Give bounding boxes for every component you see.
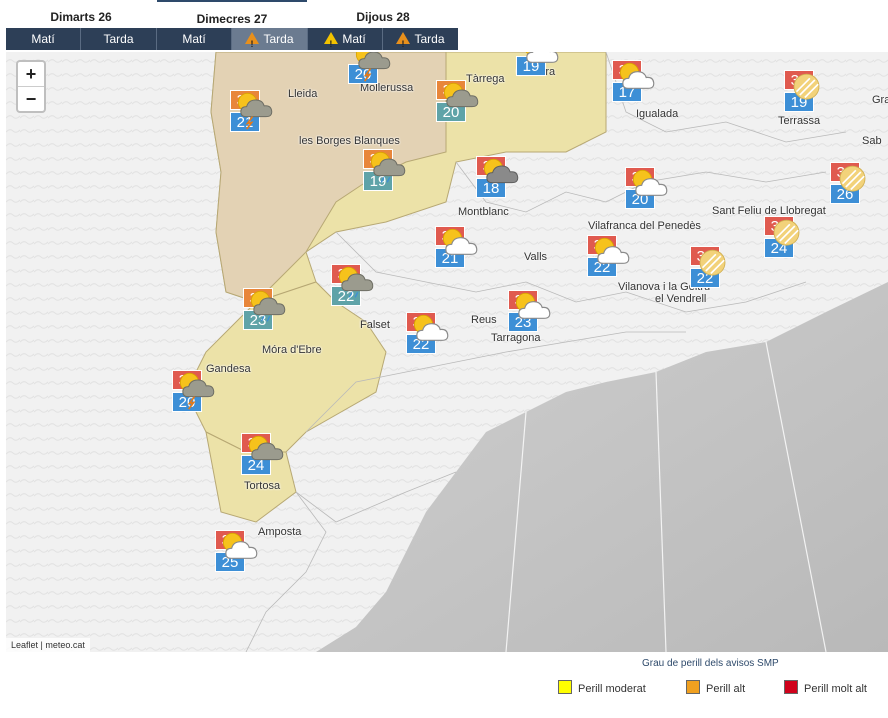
city-label: Falset bbox=[360, 319, 390, 331]
period-label: Matí bbox=[182, 32, 206, 46]
legend-item-very-high: Perill molt alt bbox=[784, 680, 867, 695]
city-label: Móra d'Ebre bbox=[262, 344, 322, 356]
legend-item-moderate: Perill moderat bbox=[558, 680, 646, 695]
thunderstorm-icon bbox=[355, 52, 391, 82]
map-attribution[interactable]: Leaflet | meteo.cat bbox=[6, 638, 90, 652]
partly-cloudy-icon bbox=[594, 237, 630, 264]
day-tab-dimarts[interactable]: Dimarts 26 bbox=[6, 0, 156, 28]
map-background bbox=[6, 52, 888, 652]
city-label: el Vendrell bbox=[655, 293, 707, 305]
city-label: Tarragona bbox=[491, 332, 541, 344]
partly-cloudy-icon bbox=[413, 314, 449, 341]
cloudy-icon bbox=[483, 158, 519, 184]
haze-icon bbox=[793, 73, 820, 100]
warning-orange-icon bbox=[245, 32, 260, 55]
city-label: Sab bbox=[862, 135, 882, 147]
map[interactable]: + − Lleida Mollerussa Tàrrega Cervera Ig… bbox=[6, 52, 888, 652]
period-tab-dimecres-mati[interactable]: Matí bbox=[157, 28, 232, 50]
partly-cloudy-icon bbox=[442, 228, 478, 255]
warning-legend: Grau de perill dels avisos SMP Perill mo… bbox=[6, 652, 888, 718]
haze-icon bbox=[839, 165, 866, 192]
partly-cloudy-dark-icon bbox=[443, 82, 479, 108]
partly-cloudy-icon bbox=[619, 62, 655, 89]
rain-cloud-icon bbox=[250, 290, 286, 322]
city-label: Igualada bbox=[636, 108, 679, 120]
day-tab-dijous[interactable]: Dijous 28 bbox=[308, 0, 458, 28]
zoom-in-button[interactable]: + bbox=[18, 62, 44, 87]
period-label: Tarda bbox=[103, 32, 134, 46]
haze-icon bbox=[773, 219, 800, 246]
warning-yellow-icon bbox=[324, 32, 339, 55]
legend-label: Perill molt alt bbox=[804, 683, 867, 695]
zoom-control: + − bbox=[16, 60, 46, 113]
city-label: Reus bbox=[471, 314, 497, 326]
rain-cloud-icon bbox=[338, 266, 374, 298]
period-label: Tarda bbox=[263, 32, 294, 46]
thunderstorm-icon bbox=[237, 92, 273, 130]
partly-cloudy-icon bbox=[525, 52, 559, 63]
zoom-out-button[interactable]: − bbox=[18, 87, 44, 111]
haze-icon bbox=[699, 249, 726, 276]
city-label: Terrassa bbox=[778, 115, 821, 127]
partly-cloudy-icon bbox=[632, 169, 668, 196]
warning-orange-icon bbox=[396, 32, 411, 55]
partly-cloudy-icon bbox=[515, 292, 551, 319]
period-label: Matí bbox=[342, 32, 366, 46]
city-label: Gra bbox=[872, 94, 888, 106]
legend-label: Perill moderat bbox=[578, 683, 646, 695]
partly-cloudy-icon bbox=[222, 532, 258, 559]
period-tabs: Matí Tarda Matí Tarda Matí Tarda bbox=[6, 28, 458, 55]
city-label: Montblanc bbox=[458, 206, 509, 218]
period-label: Tarda bbox=[414, 32, 445, 46]
period-tab-dimarts-tarda[interactable]: Tarda bbox=[81, 28, 157, 50]
thunderstorm-icon bbox=[179, 372, 215, 410]
period-tab-dimecres-tarda[interactable]: Tarda bbox=[232, 28, 308, 55]
legend-swatch bbox=[558, 680, 572, 694]
period-tab-dimarts-mati[interactable]: Matí bbox=[6, 28, 81, 50]
city-label: Lleida bbox=[288, 88, 318, 100]
legend-swatch bbox=[686, 680, 700, 694]
period-tab-dijous-mati[interactable]: Matí bbox=[308, 28, 383, 55]
period-label: Matí bbox=[31, 32, 55, 46]
rain-cloud-icon bbox=[370, 151, 406, 183]
city-label: Valls bbox=[524, 251, 548, 263]
legend-title: Grau de perill dels avisos SMP bbox=[642, 658, 779, 669]
period-tab-dijous-tarda[interactable]: Tarda bbox=[383, 28, 458, 55]
legend-item-high: Perill alt bbox=[686, 680, 745, 695]
city-label: les Borges Blanques bbox=[299, 135, 400, 147]
legend-label: Perill alt bbox=[706, 683, 746, 695]
legend-swatch bbox=[784, 680, 798, 694]
partly-cloudy-dark-icon bbox=[248, 435, 284, 461]
day-tabs: Dimarts 26 Dimecres 27 Dijous 28 bbox=[6, 0, 458, 30]
city-label: Tortosa bbox=[244, 480, 281, 492]
day-tab-dimecres[interactable]: Dimecres 27 bbox=[157, 0, 307, 30]
city-label: Vilafranca del Penedès bbox=[588, 220, 701, 232]
